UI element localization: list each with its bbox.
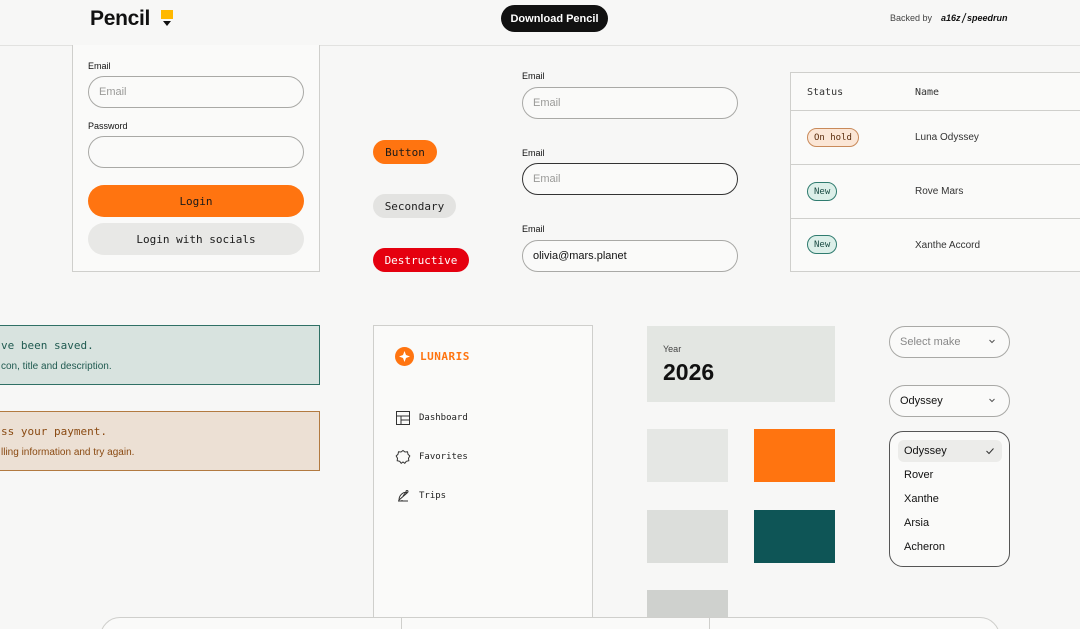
top-bar: Pencil Download Pencil Backed by a16z sp… xyxy=(0,0,1080,46)
divider xyxy=(401,618,402,629)
table-icon xyxy=(396,411,410,425)
alert-title: ve been saved. xyxy=(1,339,94,352)
select-placeholder: Select make xyxy=(900,336,961,348)
divider xyxy=(791,164,1080,165)
primary-button[interactable]: Button xyxy=(373,140,437,164)
select-make[interactable]: Select make xyxy=(889,326,1010,358)
sidebar-item-favorites[interactable]: Favorites xyxy=(395,448,468,466)
svg-text:speedrun: speedrun xyxy=(967,13,1008,23)
sidebar-item-trips[interactable]: Trips xyxy=(395,487,446,505)
divider xyxy=(709,618,710,629)
pencil-logo-icon xyxy=(161,10,173,26)
chevron-down-icon xyxy=(989,339,995,344)
option-odyssey[interactable]: Odyssey xyxy=(898,440,1002,462)
sidebar-item-label: Favorites xyxy=(419,452,468,462)
success-alert: ve been saved. con, title and descriptio… xyxy=(0,325,320,385)
error-alert: ss your payment. lling information and t… xyxy=(0,411,320,471)
login-card: Email Email Password Login Login with so… xyxy=(72,45,320,272)
select-dropdown-list: Odyssey Rover Xanthe Arsia Acheron xyxy=(889,431,1010,567)
status-badge: New xyxy=(807,182,838,201)
column-header-status: Status xyxy=(807,87,844,98)
password-field[interactable] xyxy=(88,136,304,168)
color-swatch-gray xyxy=(647,510,728,563)
email-input-focused[interactable]: Email xyxy=(522,163,738,195)
backer-logo: a16z speedrun xyxy=(941,12,1019,26)
year-label: Year xyxy=(663,344,682,354)
destructive-button[interactable]: Destructive xyxy=(373,248,469,272)
email-input-default[interactable]: Email xyxy=(522,87,738,119)
table-cell-name: Rove Mars xyxy=(915,186,964,197)
color-swatch-light xyxy=(647,429,728,482)
email-label: Email xyxy=(88,61,111,71)
table-cell-name: Luna Odyssey xyxy=(915,132,979,143)
login-button[interactable]: Login xyxy=(88,185,304,217)
color-swatch-orange xyxy=(754,429,835,482)
year-value: 2026 xyxy=(663,359,715,385)
login-with-socials-button[interactable]: Login with socials xyxy=(88,223,304,255)
satellite-icon xyxy=(398,490,409,502)
check-icon xyxy=(986,448,994,455)
svg-text:a16z: a16z xyxy=(941,13,961,23)
option-acheron[interactable]: Acheron xyxy=(898,536,1002,558)
pencil-logo[interactable]: Pencil xyxy=(90,7,150,31)
email-label-2: Email xyxy=(522,148,545,158)
year-stat-card: Year 2026 xyxy=(647,326,835,402)
backed-by-label: Backed by xyxy=(890,13,933,23)
email-input-filled[interactable]: olivia@mars.planet xyxy=(522,240,738,272)
lunaris-logo-icon xyxy=(395,347,414,366)
sidebar-item-dashboard[interactable]: Dashboard xyxy=(395,409,468,427)
chevron-down-icon xyxy=(989,398,995,403)
column-header-name: Name xyxy=(915,87,940,98)
option-arsia[interactable]: Arsia xyxy=(898,512,1002,534)
option-xanthe[interactable]: Xanthe xyxy=(898,488,1002,510)
bottom-bar xyxy=(100,617,1000,629)
color-swatch-teal xyxy=(754,510,835,563)
alert-description: con, title and description. xyxy=(1,361,112,372)
sidebar-item-label: Trips xyxy=(419,491,447,501)
email-label-1: Email xyxy=(522,71,545,81)
download-pencil-button[interactable]: Download Pencil xyxy=(501,5,608,32)
email-field[interactable]: Email xyxy=(88,76,304,108)
secondary-button[interactable]: Secondary xyxy=(373,194,456,218)
alert-description: lling information and try again. xyxy=(1,447,135,458)
sidebar: LUNARIS Dashboard Favorites Trips xyxy=(373,325,593,629)
option-rover[interactable]: Rover xyxy=(898,464,1002,486)
alert-title: ss your payment. xyxy=(1,425,107,438)
sidebar-item-label: Dashboard xyxy=(419,413,468,423)
divider xyxy=(791,218,1080,219)
select-value: Odyssey xyxy=(900,395,943,407)
table-cell-name: Xanthe Accord xyxy=(915,240,981,251)
status-table: Status Name On hold Luna Odyssey New Rov… xyxy=(790,72,1080,272)
divider xyxy=(791,110,1080,111)
status-badge: On hold xyxy=(807,128,859,147)
password-label: Password xyxy=(88,121,128,131)
brand-name: LUNARIS xyxy=(420,350,470,363)
select-model[interactable]: Odyssey xyxy=(889,385,1010,417)
status-badge: New xyxy=(807,235,838,254)
badge-icon xyxy=(395,449,411,464)
email-label-3: Email xyxy=(522,224,545,234)
